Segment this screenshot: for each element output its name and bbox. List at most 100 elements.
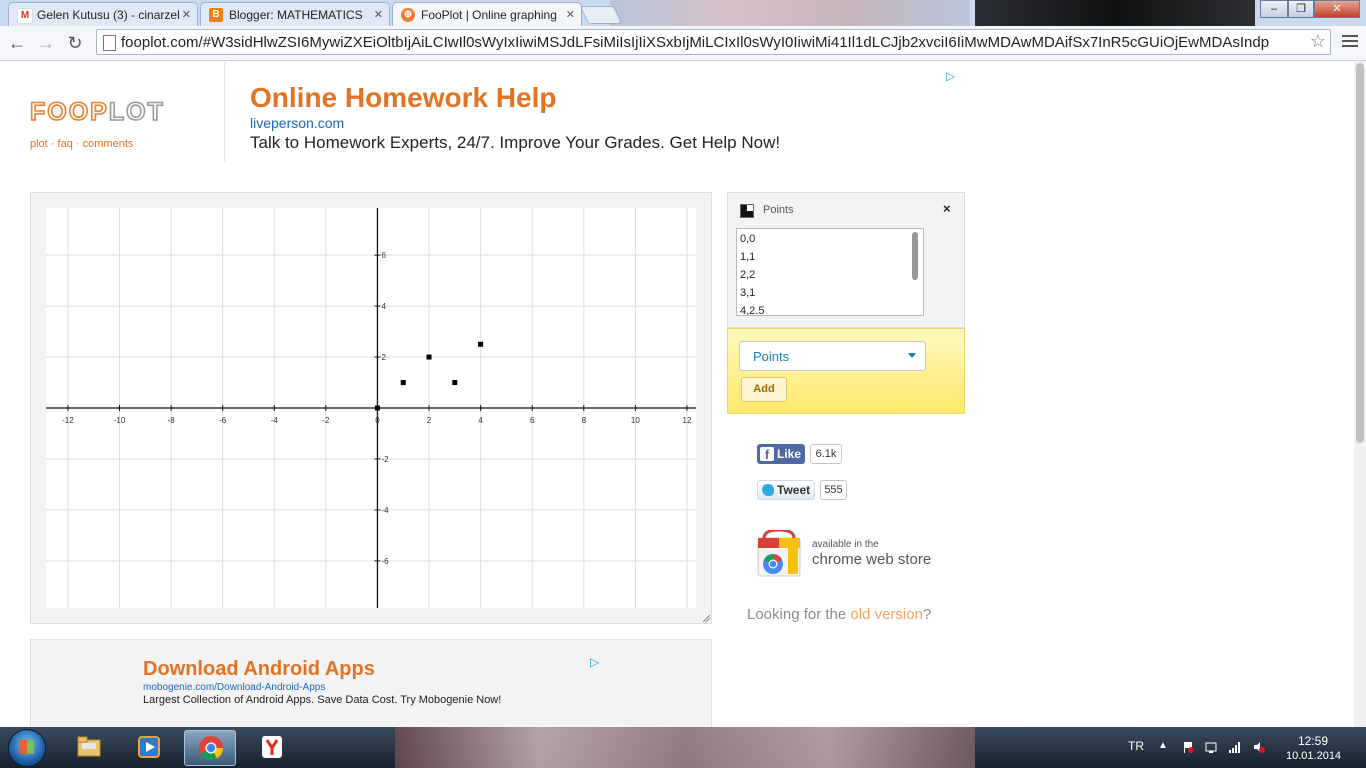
points-panel: Points × 0,0 1,1 2,2 3,1 4,2.5 (727, 192, 965, 328)
nav-plot-link[interactable]: plot (30, 138, 48, 150)
tab-title: FooPlot | Online graphing (421, 8, 557, 22)
tray-expand-icon[interactable]: ▲ (1158, 740, 1168, 751)
explorer-taskbar-button[interactable] (63, 730, 115, 766)
background-decoration (610, 0, 970, 26)
textarea-scrollbar[interactable] (912, 232, 918, 280)
flag-icon[interactable] (1182, 741, 1194, 753)
x-tick-label: -10 (114, 416, 126, 425)
bookmark-star-icon[interactable]: ☆ (1310, 31, 1326, 52)
minimize-button[interactable]: – (1260, 0, 1288, 18)
cws-caption[interactable]: available in the (812, 539, 879, 550)
clock-time[interactable]: 12:59 (1298, 734, 1328, 748)
old-version-prefix: Looking for the (747, 606, 851, 623)
old-version-link[interactable]: old version (850, 606, 923, 623)
nav-faq-link[interactable]: faq (58, 138, 73, 150)
facebook-like-button[interactable]: f Like (757, 444, 805, 464)
x-tick-label: -6 (219, 416, 227, 425)
forward-icon[interactable]: → (34, 31, 58, 55)
tab-blogger[interactable]: B Blogger: MATHEMATICS ✕ (200, 2, 390, 26)
x-tick-label: 10 (631, 416, 640, 425)
media-player-taskbar-button[interactable] (123, 730, 175, 766)
browser-toolbar: ← → ↻ fooplot.com/#W3sidHlwZSI6MywiZXEiO… (0, 26, 1366, 61)
like-label: Like (777, 447, 802, 461)
bottom-ad-title-link[interactable]: Download Android Apps (143, 658, 375, 681)
points-textarea[interactable]: 0,0 1,1 2,2 3,1 4,2.5 (736, 228, 924, 316)
ad-title-link[interactable]: Online Homework Help (250, 82, 557, 114)
close-icon[interactable]: × (943, 201, 951, 216)
data-point[interactable] (478, 341, 484, 347)
adchoices-icon[interactable]: ▷ (590, 655, 599, 669)
tweet-button[interactable]: Tweet (757, 480, 815, 500)
x-tick-label: 12 (683, 416, 692, 425)
yandex-icon (262, 736, 282, 758)
nav-separator: · (75, 138, 80, 150)
graph-svg[interactable]: -12 -10 -8 -6 -4 -2 0 2 4 6 8 10 12 6 4 2 -2 -4 -6 (46, 208, 696, 608)
close-window-button[interactable]: ✕ (1314, 0, 1360, 18)
points-line: 0,0 (740, 233, 756, 245)
chrome-web-store-icon[interactable] (756, 530, 802, 578)
resize-handle-icon[interactable] (702, 614, 711, 623)
tab-gmail[interactable]: M Gelen Kutusu (3) - cinarzel ✕ (8, 2, 198, 26)
graph-canvas[interactable]: -12 -10 -8 -6 -4 -2 0 2 4 6 8 10 12 6 4 2 -2 -4 -6 (46, 208, 696, 608)
maximize-button[interactable]: ❐ (1288, 0, 1314, 18)
ad-url-link[interactable]: liveperson.com (250, 115, 344, 131)
browser-tab-strip: M Gelen Kutusu (3) - cinarzel ✕ B Blogge… (0, 0, 1366, 26)
start-button[interactable] (8, 729, 46, 767)
address-bar[interactable]: fooplot.com/#W3sidHlwZSI6MywiZXEiOltbIjA… (96, 29, 1331, 55)
header-divider (224, 62, 225, 162)
fooplot-logo[interactable]: FOOPLOT (29, 97, 165, 127)
bottom-ad-url-link[interactable]: mobogenie.com/Download-Android-Apps (143, 682, 325, 693)
tab-title: Blogger: MATHEMATICS (229, 8, 363, 22)
x-tick-label: -2 (322, 416, 330, 425)
gmail-icon: M (17, 8, 33, 24)
page-scrollbar[interactable] (1354, 61, 1366, 727)
x-tick-label: 8 (582, 416, 587, 425)
url-text[interactable]: fooplot.com/#W3sidHlwZSI6MywiZXEiOltbIjA… (121, 34, 1301, 51)
cws-title[interactable]: chrome web store (812, 551, 931, 568)
x-tick-label: 2 (427, 416, 432, 425)
x-tick-label: -4 (271, 416, 279, 425)
y-tick-label: -6 (381, 557, 389, 566)
old-version-text: Looking for the old version? (747, 606, 931, 623)
chevron-down-icon (908, 353, 916, 358)
nav-separator: · (50, 138, 55, 150)
facebook-icon: f (760, 447, 774, 462)
clock-date[interactable]: 10.01.2014 (1286, 750, 1341, 762)
nav-comments-link[interactable]: comments (83, 138, 134, 150)
y-tick-label: 4 (381, 302, 386, 311)
close-icon[interactable]: ✕ (182, 8, 191, 21)
points-line: 3,1 (740, 287, 756, 299)
add-graph-zone: Points Add (727, 328, 965, 414)
data-point[interactable] (374, 405, 380, 411)
adchoices-icon[interactable]: ▷ (946, 69, 955, 83)
language-indicator[interactable]: TR (1128, 739, 1144, 753)
menu-icon[interactable] (1342, 33, 1358, 51)
page-icon (103, 35, 116, 51)
y-tick-label: -4 (381, 506, 389, 515)
add-button[interactable]: Add (741, 377, 787, 402)
folder-icon (77, 736, 101, 757)
logo-text: FOOP (29, 97, 109, 127)
data-point[interactable] (426, 354, 432, 360)
reload-icon[interactable]: ↻ (63, 31, 87, 55)
panel-label: Points (763, 204, 794, 216)
color-picker-icon[interactable] (740, 204, 754, 218)
network-icon[interactable] (1228, 741, 1240, 753)
graph-type-select[interactable]: Points (739, 341, 926, 371)
data-point[interactable] (452, 380, 458, 386)
tab-fooplot[interactable]: ⊕ FooPlot | Online graphing ✕ (392, 2, 582, 26)
device-icon[interactable] (1205, 741, 1217, 753)
back-icon[interactable]: ← (5, 31, 29, 55)
close-icon[interactable]: ✕ (566, 8, 575, 21)
yandex-taskbar-button[interactable] (246, 730, 298, 766)
background-decoration (395, 727, 975, 768)
chrome-icon (199, 736, 223, 761)
volume-muted-icon[interactable] (1253, 741, 1265, 753)
chrome-taskbar-button[interactable] (184, 730, 236, 766)
site-nav: plot · faq · comments (30, 138, 133, 150)
close-icon[interactable]: ✕ (374, 8, 383, 21)
old-version-suffix: ? (922, 606, 932, 623)
scrollbar-thumb[interactable] (1356, 63, 1364, 443)
bottom-ad-box (30, 639, 712, 729)
data-point[interactable] (400, 380, 406, 386)
